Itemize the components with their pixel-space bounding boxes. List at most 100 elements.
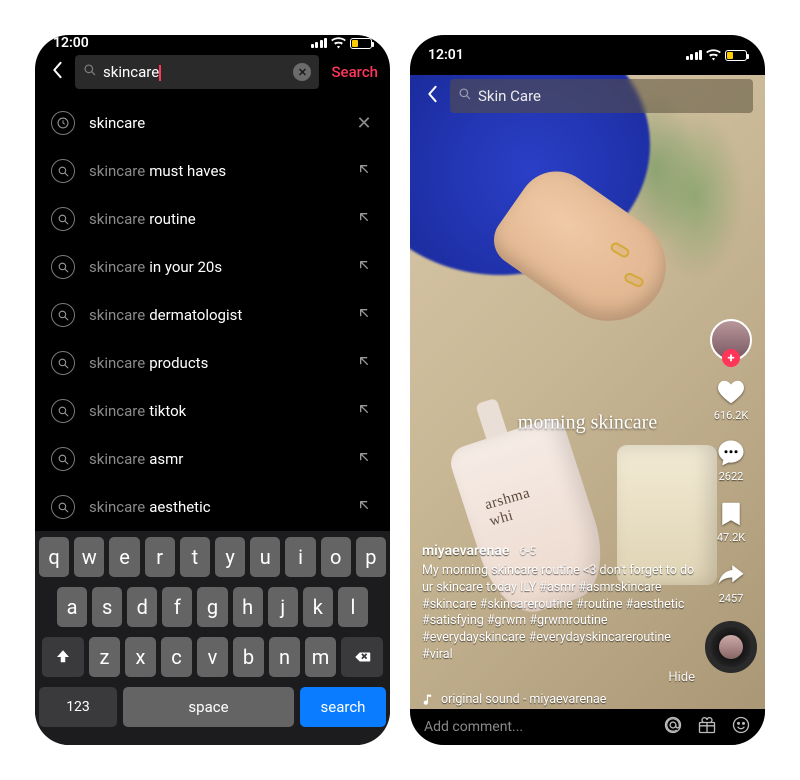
search-input-value: skincare [103,63,287,81]
key-y[interactable]: y [215,537,245,577]
search-icon [51,495,75,519]
back-button[interactable] [47,57,67,88]
key-s[interactable]: s [92,587,122,627]
phone-search-screen: 12:00 skincare ✕ Search skincare✕skincar… [35,35,390,745]
search-suggestion-row[interactable]: skincaretiktok [35,387,390,435]
phone-video-screen: 12:01 Skin Care arshmawhi [410,35,765,745]
text-cursor [159,65,161,81]
space-key[interactable]: space [123,687,294,727]
search-suggestion-row[interactable]: skincareproducts [35,339,390,387]
suggestion-text: skincarein your 20s [89,258,340,276]
search-suggestion-row[interactable]: skincare ✕ [35,99,390,147]
insert-suggestion-button[interactable] [354,497,374,518]
search-icon [51,447,75,471]
clear-input-button[interactable]: ✕ [293,63,311,81]
status-time: 12:01 [428,47,464,63]
like-button[interactable]: 616.2K [714,377,749,422]
key-x[interactable]: x [125,637,156,677]
keyboard-toolbar [39,733,386,745]
suggestion-text: skincaremust haves [89,162,340,180]
key-d[interactable]: d [127,587,157,627]
key-p[interactable]: p [356,537,386,577]
gift-icon[interactable] [697,715,717,739]
key-t[interactable]: t [180,537,210,577]
key-r[interactable]: r [145,537,175,577]
insert-suggestion-button[interactable] [354,449,374,470]
battery-icon [725,50,747,61]
emoji-icon[interactable] [731,715,751,739]
insert-suggestion-button[interactable] [354,209,374,230]
shift-key[interactable] [42,637,84,677]
creator-username[interactable]: miyaevarenae [422,543,509,559]
video-overlay-text: morning skincare [518,412,657,435]
insert-suggestion-button[interactable] [354,353,374,374]
search-input[interactable]: skincare ✕ [75,55,319,89]
key-k[interactable]: k [303,587,333,627]
numeric-key[interactable]: 123 [39,687,117,727]
key-b[interactable]: b [233,637,264,677]
share-button[interactable]: 2457 [716,560,746,605]
key-f[interactable]: f [162,587,192,627]
key-e[interactable]: e [109,537,139,577]
key-m[interactable]: m [305,637,336,677]
key-o[interactable]: o [321,537,351,577]
key-a[interactable]: a [57,587,87,627]
save-button[interactable]: 47.2K [716,499,746,544]
creator-avatar[interactable]: + [710,319,752,361]
sound-attribution[interactable]: original sound - miyaevarenae [422,692,606,707]
search-suggestion-row[interactable]: skincareasmr [35,435,390,483]
key-w[interactable]: w [74,537,104,577]
on-screen-keyboard: qwertyuiop asdfghjkl zxcvbnm 123 space s… [35,531,390,745]
backspace-key[interactable] [341,637,383,677]
back-button[interactable] [422,81,442,112]
key-q[interactable]: q [39,537,69,577]
key-j[interactable]: j [268,587,298,627]
follow-button[interactable]: + [722,349,740,367]
search-suggestion-row[interactable]: skincareaesthetic [35,483,390,531]
key-c[interactable]: c [161,637,192,677]
insert-suggestion-button[interactable] [354,161,374,182]
cellular-icon [686,50,703,60]
caption-text[interactable]: My morning skincare routine <3 don't for… [422,563,695,664]
sound-name: original sound - miyaevarenae [441,692,606,707]
key-u[interactable]: u [250,537,280,577]
remove-suggestion-button[interactable]: ✕ [354,113,374,134]
sound-disc[interactable] [705,621,757,673]
key-z[interactable]: z [89,637,120,677]
search-header: Skin Care [410,75,765,117]
comment-button[interactable]: 2622 [716,438,746,483]
keyboard-search-key[interactable]: search [300,687,386,727]
suggestion-text: skincaretiktok [89,402,340,420]
key-g[interactable]: g [197,587,227,627]
key-l[interactable]: l [338,587,368,627]
wifi-icon [331,36,346,51]
key-i[interactable]: i [285,537,315,577]
insert-suggestion-button[interactable] [354,305,374,326]
suggestion-text: skincareproducts [89,354,340,372]
search-suggestions-list: skincare ✕ skincaremust haves skincarerouti… [35,99,390,531]
insert-suggestion-button[interactable] [354,401,374,422]
search-icon [51,255,75,279]
search-submit-button[interactable]: Search [327,63,378,81]
status-bar: 12:01 [410,35,765,75]
insert-suggestion-button[interactable] [354,257,374,278]
search-suggestion-row[interactable]: skincaremust haves [35,147,390,195]
hide-caption-button[interactable]: Hide [422,670,695,685]
search-icon [83,63,97,81]
search-icon [51,159,75,183]
search-suggestion-row[interactable]: skincaredermatologist [35,291,390,339]
key-n[interactable]: n [269,637,300,677]
key-h[interactable]: h [233,587,263,627]
suggestion-text: skincare [89,114,340,132]
battery-icon [350,38,372,49]
post-date: 6-5 [519,544,536,558]
comment-input[interactable]: Add comment... [424,719,649,735]
key-v[interactable]: v [197,637,228,677]
mention-icon[interactable] [663,715,683,739]
search-suggestion-row[interactable]: skincarein your 20s [35,243,390,291]
search-input[interactable]: Skin Care [450,79,753,113]
status-indicators [686,48,748,63]
search-suggestion-row[interactable]: skincareroutine [35,195,390,243]
video-player[interactable]: arshmawhi morning skincare + 616.2K 2622… [410,75,765,745]
status-bar: 12:00 [35,35,390,51]
